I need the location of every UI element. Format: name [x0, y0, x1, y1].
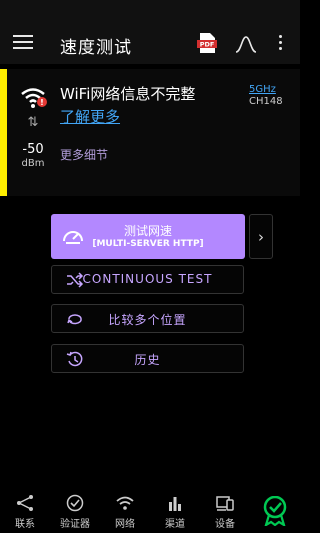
- wifi-icon: [116, 496, 134, 510]
- channel-label: CH148: [249, 96, 283, 107]
- share-nodes-icon: [17, 495, 33, 511]
- server-options-button[interactable]: ›: [249, 214, 273, 259]
- nav-label: 网络: [115, 519, 135, 530]
- curve-icon[interactable]: [235, 34, 257, 54]
- svg-text:!: !: [40, 98, 44, 107]
- status-indicator-bar: [0, 69, 7, 196]
- check-circle-icon: [66, 494, 84, 512]
- signal-strength-unit: dBm: [21, 158, 45, 169]
- wifi-info-card: ! ⇅ -50 dBm WiFi网络信息不完整 了解更多 更多细节 5GHz C…: [0, 69, 300, 196]
- pdf-label: PDF: [200, 41, 215, 49]
- bar-chart-icon: [169, 497, 181, 511]
- speed-test-sublabel: [MULTI-SERVER HTTP]: [92, 239, 204, 249]
- learn-more-link[interactable]: 了解更多: [60, 106, 120, 127]
- nav-item-validator[interactable]: 验证器: [50, 489, 100, 533]
- pdf-export-icon[interactable]: PDF: [197, 32, 217, 54]
- verified-badge-icon: [263, 496, 287, 526]
- signal-strength-value: -50: [22, 142, 44, 157]
- continuous-test-button[interactable]: CONTINUOUS TEST: [51, 265, 244, 294]
- history-button[interactable]: 历史: [51, 344, 244, 373]
- speed-test-label: 测试网速: [123, 224, 172, 238]
- chevron-right-icon: ›: [258, 228, 264, 246]
- overflow-menu-icon[interactable]: [279, 35, 283, 51]
- network-title: WiFi网络信息不完整: [60, 85, 196, 103]
- more-details-link[interactable]: 更多细节: [60, 146, 108, 163]
- bottom-navigation: 联系 验证器 网络 渠道 设备: [0, 489, 300, 533]
- nav-item-channel[interactable]: 渠道: [150, 489, 200, 533]
- history-label: 历史: [134, 353, 161, 367]
- band-link[interactable]: 5GHz: [249, 84, 276, 95]
- speed-test-button[interactable]: 测试网速 [MULTI-SERVER HTTP]: [51, 214, 245, 259]
- app-bar: 速度测试 PDF: [0, 0, 300, 64]
- page-title: 速度测试: [60, 38, 132, 58]
- nav-label: 验证器: [60, 519, 90, 530]
- nav-label: 设备: [215, 519, 235, 530]
- transfer-arrows-icon: ⇅: [27, 115, 39, 130]
- wifi-warning-icon: !: [21, 88, 47, 108]
- nav-item-share[interactable]: 联系: [0, 489, 50, 533]
- continuous-test-label: CONTINUOUS TEST: [82, 272, 213, 286]
- compare-locations-button[interactable]: 比较多个位置: [51, 304, 244, 333]
- devices-icon: [216, 496, 234, 511]
- nav-item-devices[interactable]: 设备: [200, 489, 250, 533]
- nav-item-badge[interactable]: [250, 489, 300, 533]
- nav-item-network[interactable]: 网络: [100, 489, 150, 533]
- nav-label: 联系: [15, 519, 35, 530]
- compare-locations-label: 比较多个位置: [108, 313, 187, 327]
- nav-label: 渠道: [165, 519, 185, 530]
- menu-icon[interactable]: [13, 35, 33, 51]
